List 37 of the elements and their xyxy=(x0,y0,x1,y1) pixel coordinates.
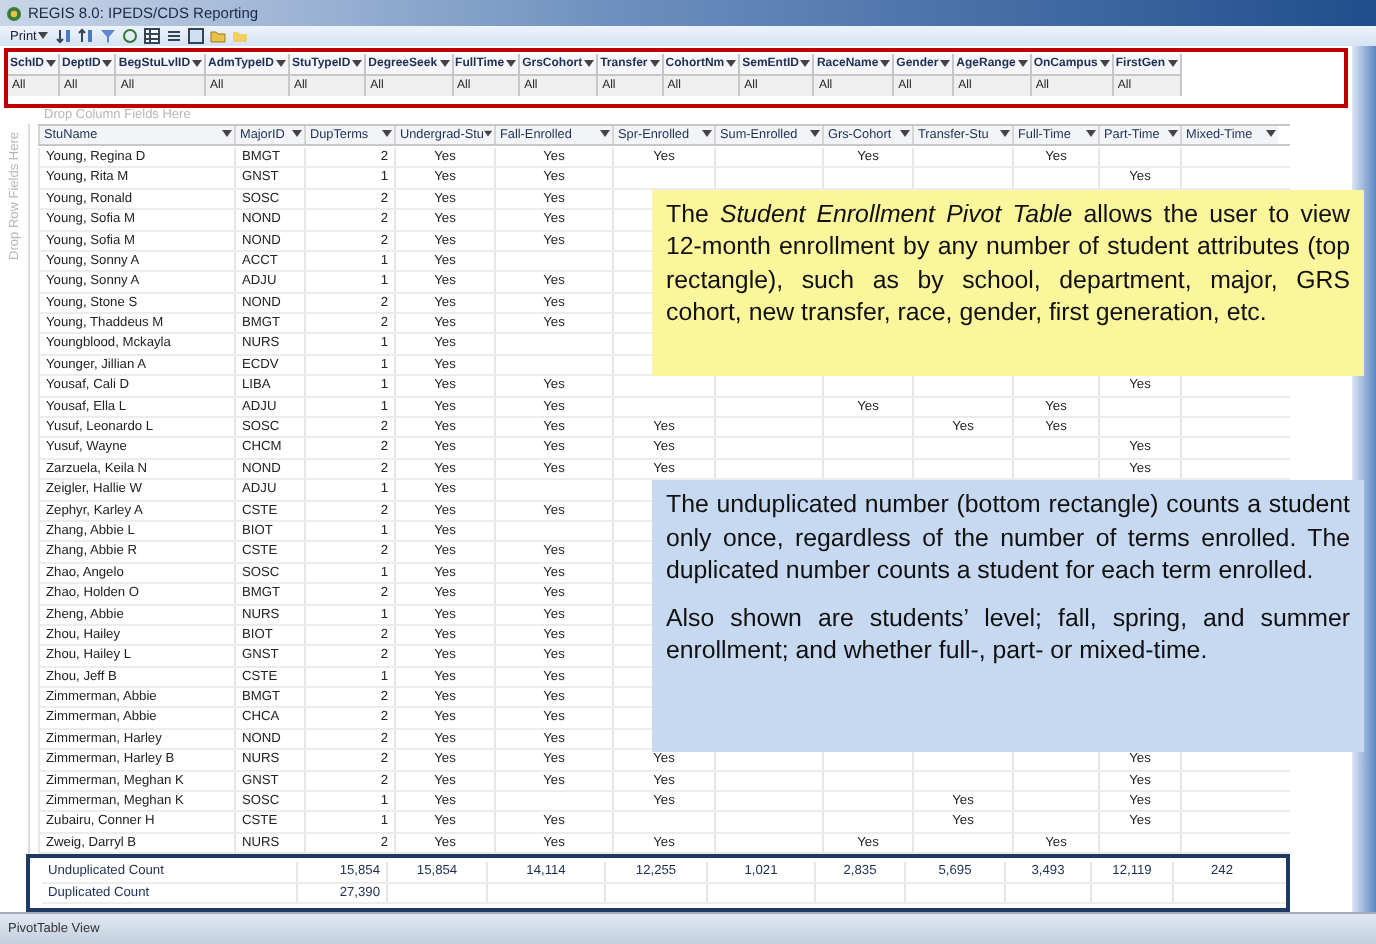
app-icon xyxy=(6,5,22,21)
caret-icon xyxy=(800,60,811,68)
table-icon[interactable] xyxy=(144,28,161,44)
note-paragraph: Also shown are students’ level; fall, spring, and summer enrollment; and whether full-, part- or mixed-time. xyxy=(666,601,1350,668)
caret-icon xyxy=(880,60,891,68)
caret-icon xyxy=(726,60,737,68)
caret-icon xyxy=(292,130,302,139)
caret-icon xyxy=(352,60,363,68)
caret-icon xyxy=(810,130,820,139)
caret-icon xyxy=(584,60,595,68)
caret-icon xyxy=(222,130,232,139)
caret-icon xyxy=(46,60,57,68)
caret-icon xyxy=(1017,60,1028,68)
caret-icon xyxy=(1086,130,1096,139)
sort-descending-icon[interactable] xyxy=(78,28,95,44)
caret-icon xyxy=(506,60,517,68)
note-paragraph: The Student Enrollment Pivot Table allows the user to view 12-month enrollment by any number of student attributes (top rectangle), such as by school, department, major, GRS cohort, new transfer, race, gender, first generation, etc. xyxy=(666,197,1350,330)
caret-icon xyxy=(940,60,951,68)
caret-icon xyxy=(649,60,660,68)
caret-icon xyxy=(702,130,712,139)
caret-icon xyxy=(900,130,910,139)
caret-icon xyxy=(382,130,392,139)
caret-icon xyxy=(1168,130,1178,139)
caret-icon xyxy=(483,130,492,139)
sort-ascending-icon[interactable] xyxy=(56,28,73,44)
caret-icon xyxy=(102,60,113,68)
caret-icon xyxy=(275,60,286,68)
caret-icon xyxy=(1167,60,1178,68)
caret-icon xyxy=(439,60,450,68)
caret-icon xyxy=(1266,130,1276,139)
list-icon[interactable] xyxy=(166,28,183,44)
caret-icon xyxy=(1000,130,1010,139)
caret-icon xyxy=(1099,60,1110,68)
note-paragraph: The unduplicated number (bottom rectangle) counts a student only once, regardless of the number of terms enrolled. The duplicated number counts a student for each term enrolled. xyxy=(666,488,1350,588)
caret-icon xyxy=(600,130,610,139)
caret-icon xyxy=(38,32,49,40)
caret-icon xyxy=(192,60,203,68)
